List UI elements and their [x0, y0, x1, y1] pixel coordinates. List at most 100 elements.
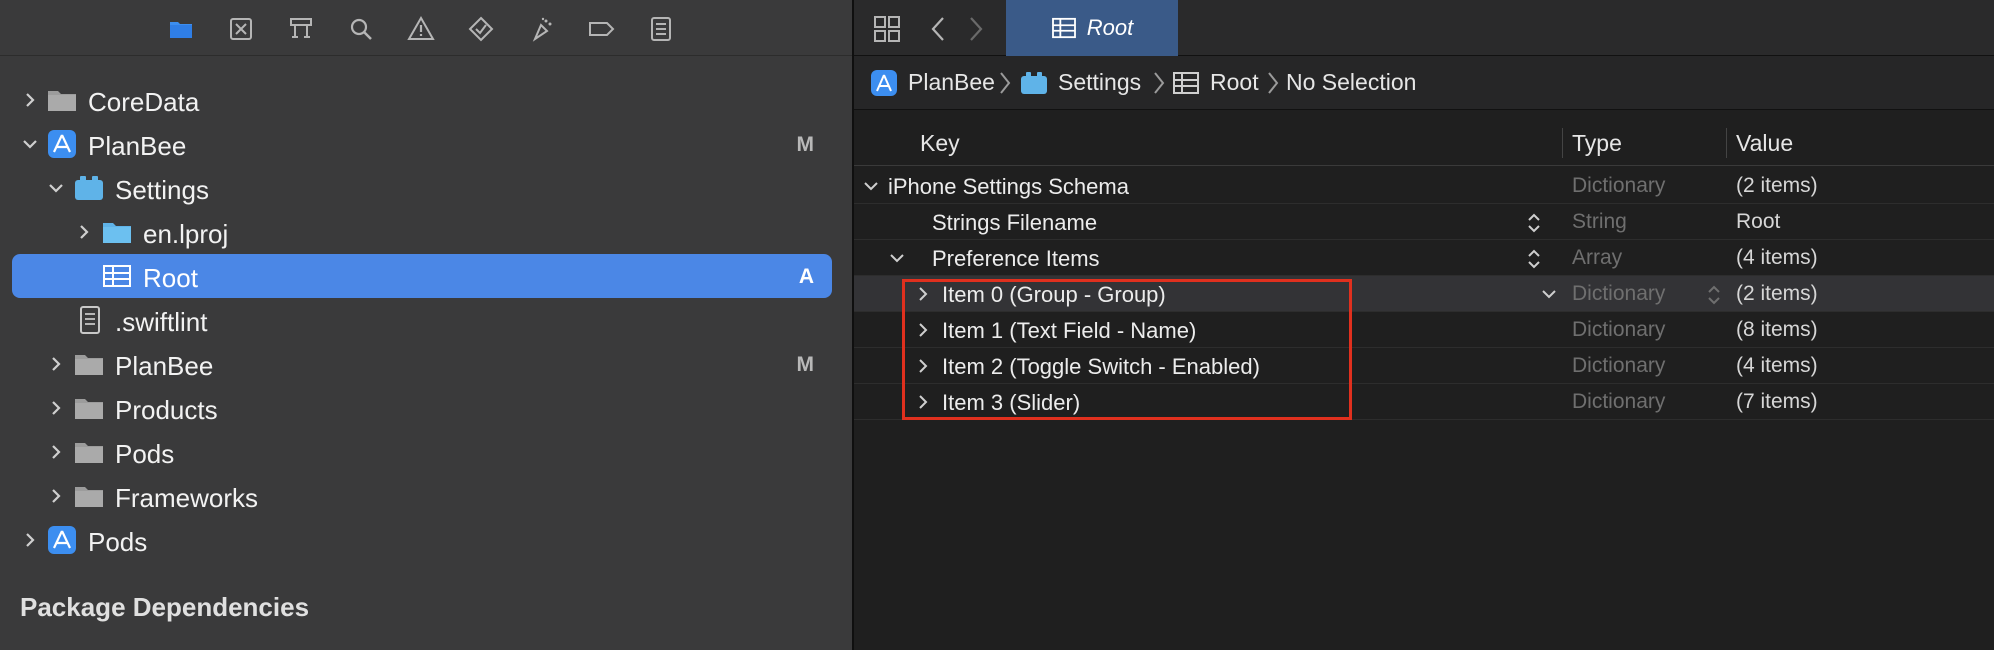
plist-value: (4 items) [1736, 246, 1818, 269]
test-icon[interactable] [464, 12, 498, 46]
chevron-right-icon[interactable] [46, 442, 66, 462]
chevron-right-icon[interactable] [46, 354, 66, 374]
column-divider[interactable] [1726, 128, 1727, 158]
tree-item-label: Pods [115, 439, 175, 469]
chevron-down-icon[interactable] [862, 177, 880, 195]
plist-key: iPhone Settings Schema [888, 174, 1129, 199]
editor-tab-bar: Root [854, 0, 1994, 56]
chevron-right-icon[interactable] [46, 486, 66, 506]
plist-key: Item 2 (Toggle Switch - Enabled) [942, 354, 1260, 379]
tree-item-planbee-folder[interactable]: PlanBee M [0, 342, 852, 386]
breadcrumb-item[interactable]: PlanBee [908, 69, 995, 96]
plist-row[interactable]: iPhone Settings Schema Dictionary (2 ite… [854, 168, 1994, 204]
tab-label: Root [1086, 15, 1134, 40]
stepper-icon[interactable] [1526, 211, 1542, 235]
search-icon[interactable] [344, 12, 378, 46]
tree-item-label: Frameworks [115, 483, 259, 513]
chevron-right-icon[interactable] [20, 530, 40, 550]
back-icon[interactable] [922, 12, 956, 46]
plist-value: (7 items) [1736, 390, 1818, 413]
plist-row[interactable]: Item 0 (Group - Group) Dictionary (2 ite… [854, 276, 1994, 312]
chevron-right-icon[interactable] [20, 90, 40, 110]
plist-row[interactable]: Item 2 (Toggle Switch - Enabled) Diction… [854, 348, 1994, 384]
app-project-icon [46, 130, 78, 158]
plist-type: Dictionary [1572, 174, 1666, 197]
file-icon [73, 306, 105, 334]
chevron-right-icon[interactable] [914, 393, 932, 411]
report-icon[interactable] [644, 12, 678, 46]
debug-icon[interactable] [524, 12, 558, 46]
chevron-down-icon[interactable] [888, 249, 906, 267]
app-project-icon [46, 526, 78, 554]
plist-type: Dictionary [1572, 282, 1666, 305]
plist-row[interactable]: Item 3 (Slider) Dictionary (7 items) [854, 384, 1994, 420]
stepper-icon[interactable] [1706, 283, 1722, 307]
hierarchy-icon[interactable] [284, 12, 318, 46]
breadcrumb-item[interactable]: No Selection [1286, 69, 1416, 96]
stepper-icon[interactable] [1526, 247, 1542, 271]
project-navigator: CoreData PlanBee M Settings en.lproj Roo… [0, 0, 852, 650]
tree-item-label: en.lproj [143, 219, 229, 249]
breakpoint-icon[interactable] [584, 12, 618, 46]
tree-item-products[interactable]: Products [0, 386, 852, 430]
plist-value: (2 items) [1736, 174, 1818, 197]
tree-item-swiftlint[interactable]: .swiftlint [0, 298, 852, 342]
plist-key: Item 3 (Slider) [942, 390, 1081, 415]
column-type-header[interactable]: Type [1572, 130, 1622, 157]
plist-key: Item 0 (Group - Group) [942, 282, 1166, 307]
chevron-right-icon[interactable] [46, 398, 66, 418]
plist-key: Item 1 (Text Field - Name) [942, 318, 1197, 343]
breadcrumb-item[interactable]: Root [1210, 69, 1259, 96]
tree-item-pods-folder[interactable]: Pods [0, 430, 852, 474]
chevron-right-icon[interactable] [914, 285, 932, 303]
chevron-right-icon [1154, 72, 1165, 94]
selection-highlight [12, 254, 832, 298]
column-value-header[interactable]: Value [1736, 130, 1793, 157]
folder-gray-icon [46, 86, 78, 114]
plist-value[interactable]: Root [1736, 210, 1780, 234]
tree-item-pods-project[interactable]: Pods [0, 518, 852, 562]
source-control-icon[interactable] [224, 12, 258, 46]
scm-status-badge: A [798, 265, 814, 288]
chevron-right-icon [1000, 72, 1011, 94]
tree-item-en-lproj[interactable]: en.lproj [0, 210, 852, 254]
tab-root[interactable]: Root [1006, 0, 1178, 56]
plist-row[interactable]: Item 1 (Text Field - Name) Dictionary (8… [854, 312, 1994, 348]
scm-status-badge: M [796, 353, 815, 376]
chevron-down-icon[interactable] [1540, 285, 1558, 303]
warning-icon[interactable] [404, 12, 438, 46]
plist-table-icon [101, 262, 133, 290]
folder-gray-icon [73, 350, 105, 378]
column-divider[interactable] [1562, 128, 1563, 158]
tree-item-settings[interactable]: Settings [0, 166, 852, 210]
grid-icon[interactable] [870, 12, 904, 46]
plist-row[interactable]: Preference Items Array (4 items) [854, 240, 1994, 276]
chevron-down-icon[interactable] [46, 178, 66, 198]
tree-item-label: Settings [115, 175, 209, 205]
chevron-down-icon[interactable] [20, 134, 40, 154]
breadcrumb: PlanBee Settings Root No Selection [854, 56, 1994, 110]
forward-icon[interactable] [958, 12, 992, 46]
app-project-icon [871, 70, 897, 96]
plist-type: String [1572, 210, 1627, 233]
chevron-right-icon[interactable] [74, 222, 94, 242]
tree-item-root[interactable]: Root A [0, 254, 852, 298]
column-key-header[interactable]: Key [920, 130, 960, 157]
folder-icon[interactable] [164, 12, 198, 46]
navigator-toolbar [0, 0, 852, 56]
folder-blue-icon [101, 218, 133, 246]
chevron-right-icon[interactable] [914, 321, 932, 339]
breadcrumb-item[interactable]: Settings [1058, 69, 1141, 96]
tree-item-label: CoreData [88, 87, 200, 117]
tree-item-frameworks[interactable]: Frameworks [0, 474, 852, 518]
scm-status-badge: M [796, 133, 815, 156]
settings-bundle-icon [73, 174, 105, 202]
plist-type: Dictionary [1572, 390, 1666, 413]
plist-key: Preference Items [932, 246, 1100, 271]
chevron-right-icon[interactable] [914, 357, 932, 375]
package-dependencies-header[interactable]: Package Dependencies [20, 592, 309, 623]
tree-item-coredata[interactable]: CoreData [0, 78, 852, 122]
plist-row[interactable]: Strings Filename String Root [854, 204, 1994, 240]
tree-item-planbee-project[interactable]: PlanBee M [0, 122, 852, 166]
tree-item-label: Root [143, 263, 198, 293]
